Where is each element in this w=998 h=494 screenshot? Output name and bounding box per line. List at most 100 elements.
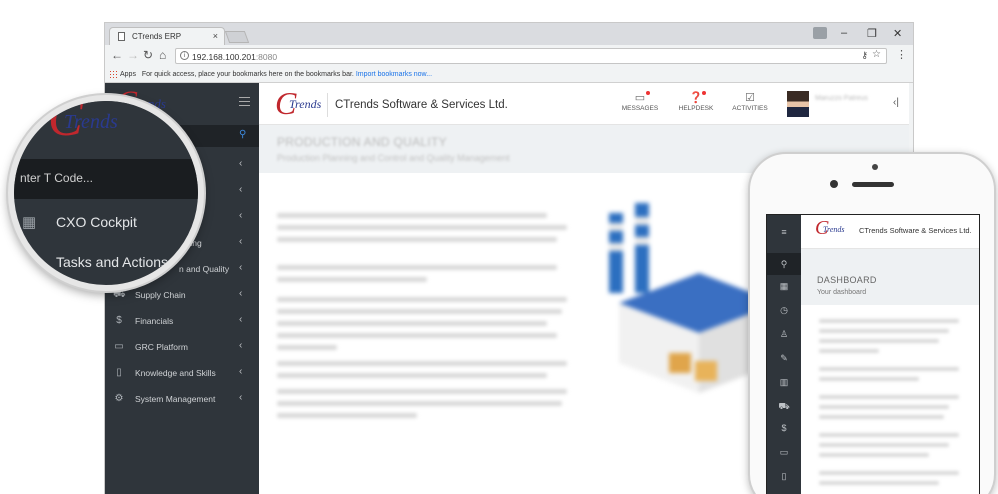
reload-icon[interactable]: ↻ (143, 48, 153, 62)
phone-screen: ≡ ⚲ ▦ ◷ ♙ ✎ ▥ ⛟ $ ▭ ▯ C Trends CTrends S… (766, 214, 980, 494)
chevron-left-icon: ‹ (239, 314, 243, 325)
document-icon (118, 32, 125, 41)
messages-label: MESSAGES (621, 105, 659, 112)
messages-button[interactable]: ▭ MESSAGES (615, 91, 665, 112)
user-name[interactable]: Maruzzo Patreus (815, 95, 868, 102)
sidebar-item-tasks-and-actions[interactable]: Tasks and Actions (14, 243, 198, 283)
helpdesk-label: HELPDESK (678, 105, 714, 112)
magnified-logo: C Trends (14, 101, 198, 159)
dollar-icon[interactable]: $ (767, 423, 801, 433)
home-icon[interactable]: ⌂ (159, 48, 166, 62)
logo-word: Trends (823, 225, 845, 234)
user-icon[interactable]: ♙ (767, 329, 801, 340)
phone-speaker (852, 182, 894, 187)
grid-icon[interactable]: ▦ (767, 281, 801, 292)
notification-dot (702, 91, 706, 95)
chevron-left-icon: ‹ (239, 288, 243, 299)
notification-dot (646, 91, 650, 95)
sidebar-item-label: GRC Platform (135, 342, 188, 352)
checklist-icon: ☑ (745, 92, 755, 104)
logo-word: Trends (289, 97, 322, 111)
import-bookmarks-link[interactable]: Import bookmarks now... (356, 71, 432, 78)
gear-icon: ⚙ (114, 393, 124, 404)
sidebar-item-label: Knowledge and Skills (135, 368, 216, 378)
cart-icon[interactable]: ⛟ (767, 401, 801, 413)
sidebar-item-knowledge-and-skills[interactable]: ▯ Knowledge and Skills ‹ (105, 361, 259, 385)
hamburger-icon[interactable]: ≡ (767, 227, 801, 237)
magnifier-lens: C Trends nter T Code... ▦ CXO Cockpit Ta… (8, 95, 204, 291)
phone-sensor (872, 164, 878, 170)
apps-icon[interactable] (109, 70, 117, 78)
back-icon[interactable]: ← (111, 48, 123, 62)
chevron-left-icon: ‹ (239, 340, 243, 351)
page-title: DASHBOARD (817, 275, 877, 285)
phone-header: C Trends CTrends Software & Services Ltd… (801, 215, 979, 249)
profile-icon[interactable] (813, 27, 827, 39)
phone-mockup: ≡ ⚲ ▦ ◷ ♙ ✎ ▥ ⛟ $ ▭ ▯ C Trends CTrends S… (748, 152, 996, 494)
help-icon: ❓ (671, 91, 721, 105)
monitor-icon: ▭ (114, 341, 124, 352)
chevron-left-icon: ‹ (239, 184, 243, 195)
message-icon: ▭ (615, 91, 665, 105)
address-bar[interactable]: i 192.168.100.201:8080 ⚷ ☆ (175, 48, 887, 64)
key-icon[interactable]: ⚷ (861, 50, 868, 61)
company-name: CTrends Software & Services Ltd. (335, 99, 508, 111)
bookmark-star-icon[interactable]: ☆ (872, 49, 881, 60)
url-port: :8080 (255, 52, 278, 62)
page-title: PRODUCTION AND QUALITY (277, 135, 447, 149)
sidebar-item-label: Tasks and Actions (56, 254, 169, 270)
top-header: C Trends CTrends Software & Services Ltd… (259, 83, 909, 125)
info-icon[interactable]: i (180, 51, 189, 60)
bookmarks-hint: For quick access, place your bookmarks h… (141, 70, 354, 78)
sidebar-item-financials[interactable]: $ Financials ‹ (105, 309, 259, 333)
close-tab-icon[interactable]: × (213, 31, 218, 41)
activities-button[interactable]: ☑ ACTIVITIES (725, 91, 775, 112)
chevron-left-icon: ‹ (239, 366, 243, 377)
sidebar-item-grc-platform[interactable]: ▭ GRC Platform ‹ (105, 335, 259, 359)
search-icon[interactable]: ⚲ (239, 129, 246, 140)
forward-icon[interactable]: → (127, 48, 139, 62)
activities-label: ACTIVITIES (732, 105, 768, 112)
sidebar-item-system-management[interactable]: ⚙ System Management ‹ (105, 387, 259, 411)
avatar[interactable] (787, 91, 809, 117)
factory-icon[interactable]: ▥ (767, 377, 801, 388)
url-host: 192.168.100.201 (192, 52, 256, 62)
new-tab-button[interactable] (224, 31, 250, 43)
tab-bar: CTrends ERP × – ❐ ✕ (105, 23, 913, 45)
edit-icon[interactable]: ✎ (767, 353, 801, 364)
bookmarks-bar: Apps For quick access, place your bookma… (105, 67, 913, 83)
search-icon[interactable]: ⚲ (767, 253, 801, 275)
collapse-panel-icon[interactable]: ‹| (893, 97, 899, 108)
sidebar-item-label: CXO Cockpit (56, 214, 137, 230)
cart-icon: ⛟ (113, 289, 126, 300)
close-window-icon[interactable]: ✕ (893, 27, 902, 40)
chevron-left-icon: ‹ (239, 236, 243, 247)
chevron-left-icon: ‹ (239, 210, 243, 221)
phone-sidebar: ≡ ⚲ ▦ ◷ ♙ ✎ ▥ ⛟ $ ▭ ▯ (767, 215, 801, 494)
grid-icon: ▦ (22, 214, 37, 231)
tab-title: CTrends ERP (132, 32, 182, 41)
divider (327, 93, 328, 117)
browser-menu-icon[interactable]: ⋮ (896, 48, 907, 61)
apps-label[interactable]: Apps (120, 71, 136, 78)
sidebar-item-label: Financials (135, 316, 174, 326)
book-icon: ▯ (116, 367, 122, 378)
tcode-input[interactable]: nter T Code... (14, 159, 198, 199)
clock-icon[interactable]: ◷ (767, 305, 801, 316)
sidebar-item-cxo-cockpit[interactable]: ▦ CXO Cockpit (14, 203, 198, 243)
company-name: CTrends Software & Services Ltd. (859, 226, 972, 235)
monitor-icon[interactable]: ▭ (767, 447, 801, 458)
minimize-icon[interactable]: – (841, 27, 847, 39)
book-icon[interactable]: ▯ (767, 471, 801, 482)
restore-icon[interactable]: ❐ (867, 27, 877, 40)
chevron-left-icon: ‹ (239, 158, 243, 169)
hamburger-icon[interactable] (239, 97, 250, 106)
sidebar-item-label: Supply Chain (135, 290, 186, 300)
page-subtitle: Production Planning and Control and Qual… (277, 153, 510, 163)
promo-stage: CTrends ERP × – ❐ ✕ ← → ↻ ⌂ i 192.168.10… (0, 0, 998, 494)
dollar-icon: $ (116, 315, 122, 326)
helpdesk-button[interactable]: ❓ HELPDESK (671, 91, 721, 112)
chevron-left-icon: ‹ (239, 262, 243, 273)
page-subtitle: Your dashboard (817, 289, 867, 296)
browser-tab[interactable]: CTrends ERP × (109, 27, 225, 45)
